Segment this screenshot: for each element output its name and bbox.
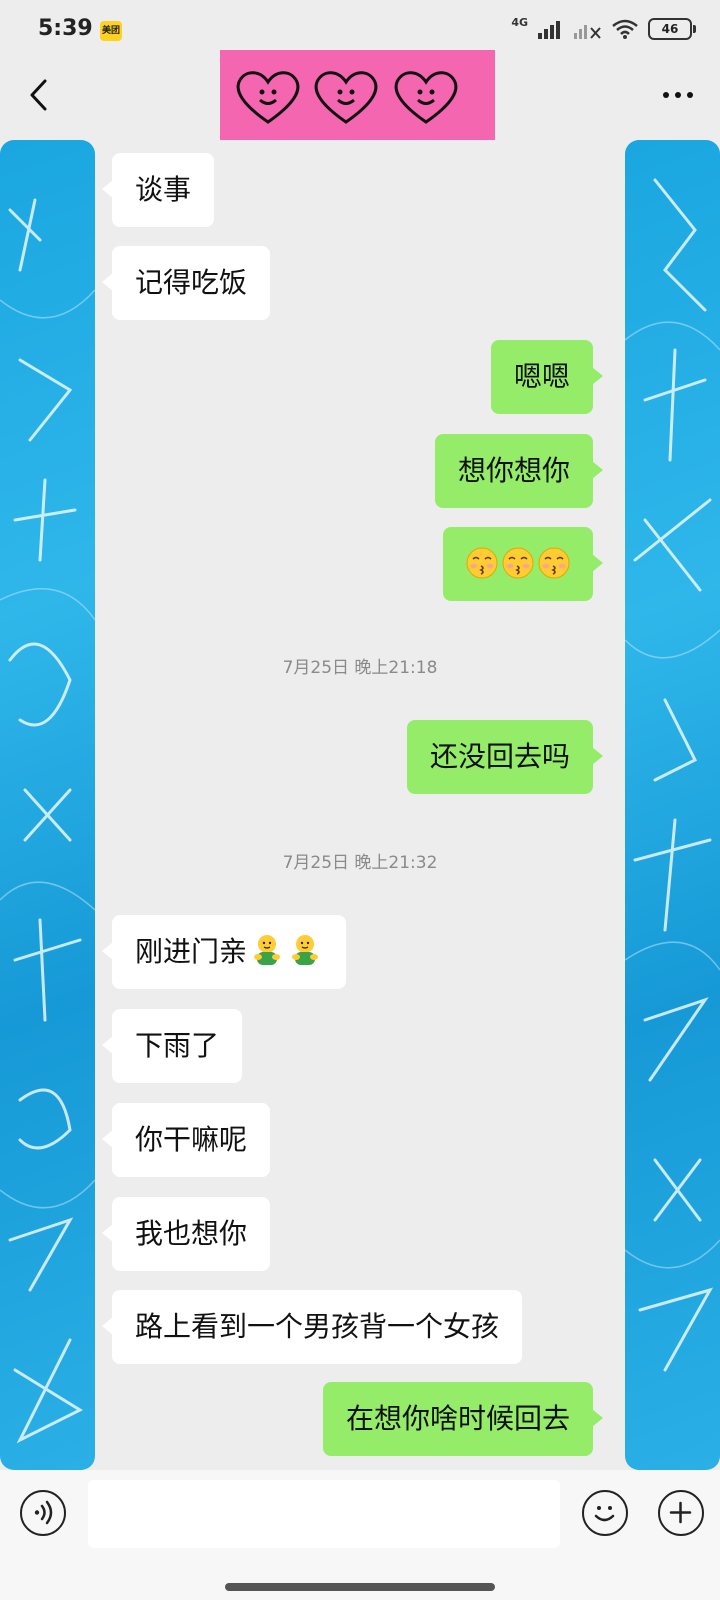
message-input-bar xyxy=(0,1470,720,1600)
kissing-face-icon xyxy=(538,547,570,579)
incoming-message-bubble[interactable]: 记得吃饭 xyxy=(101,246,271,320)
emoji-icon xyxy=(594,1506,615,1522)
voice-icon xyxy=(34,1500,53,1525)
chat-wallpaper-right xyxy=(625,140,720,1470)
incoming-message-bubble[interactable]: 路上看到一个男孩背一个女孩 xyxy=(101,1290,523,1364)
more-actions-button[interactable] xyxy=(658,1490,704,1536)
incoming-message-bubble[interactable]: 谈事 xyxy=(101,153,215,227)
incoming-message-bubble[interactable]: 刚进门亲 xyxy=(101,915,347,989)
signal-secondary-icon xyxy=(574,25,601,39)
outgoing-message-bubble[interactable]: 想你想你 xyxy=(434,434,604,508)
chevron-left-icon xyxy=(30,79,47,111)
wifi-icon xyxy=(612,19,638,39)
message-input[interactable] xyxy=(88,1480,560,1548)
home-indicator[interactable] xyxy=(225,1583,495,1591)
outgoing-emoji-message-bubble[interactable] xyxy=(443,527,603,601)
incoming-message-bubble[interactable]: 我也想你 xyxy=(101,1197,271,1271)
wallpaper-scribble-icon xyxy=(625,178,720,1372)
chat-message-list[interactable]: 谈事 记得吃饭 嗯嗯 想你想你 7月25日 晚上21:18 还没回去吗 7月25… xyxy=(95,140,625,1470)
status-time: 5:39 xyxy=(38,16,93,41)
plus-icon xyxy=(669,1501,692,1524)
battery-indicator: 46 xyxy=(648,18,696,40)
chat-title-banner xyxy=(220,50,495,140)
chat-header xyxy=(0,45,720,140)
outgoing-message-bubble[interactable]: 还没回去吗 xyxy=(406,720,604,794)
more-dots-icon xyxy=(663,92,693,98)
status-icons: 4G 46 xyxy=(511,14,696,44)
outgoing-message-bubble[interactable]: 在想你啥时候回去 xyxy=(322,1382,604,1456)
message-timestamp: 7月25日 晚上21:18 xyxy=(282,658,438,678)
outgoing-message-bubble[interactable]: 嗯嗯 xyxy=(490,340,604,414)
smiling-hearts-icon xyxy=(236,71,458,124)
hug-emoji-icon xyxy=(254,935,281,965)
emoji-picker-button[interactable] xyxy=(582,1490,628,1536)
voice-input-button[interactable] xyxy=(20,1490,66,1536)
app-notification-badge: 美团 xyxy=(100,21,122,41)
message-text: 刚进门亲 xyxy=(135,935,248,968)
kissing-face-icon xyxy=(466,547,498,579)
message-timestamp: 7月25日 晚上21:32 xyxy=(282,853,438,873)
chat-wallpaper-left xyxy=(0,140,95,1470)
wallpaper-scribble-icon xyxy=(0,198,95,1444)
kissing-face-icon xyxy=(502,547,534,579)
incoming-message-bubble[interactable]: 你干嘛呢 xyxy=(101,1103,271,1177)
more-options-button[interactable] xyxy=(658,83,698,107)
back-button[interactable] xyxy=(20,75,60,115)
incoming-message-bubble[interactable]: 下雨了 xyxy=(101,1009,243,1083)
hug-emoji-icon xyxy=(292,935,319,965)
network-label: 4G xyxy=(511,15,528,29)
signal-icon xyxy=(538,21,560,39)
